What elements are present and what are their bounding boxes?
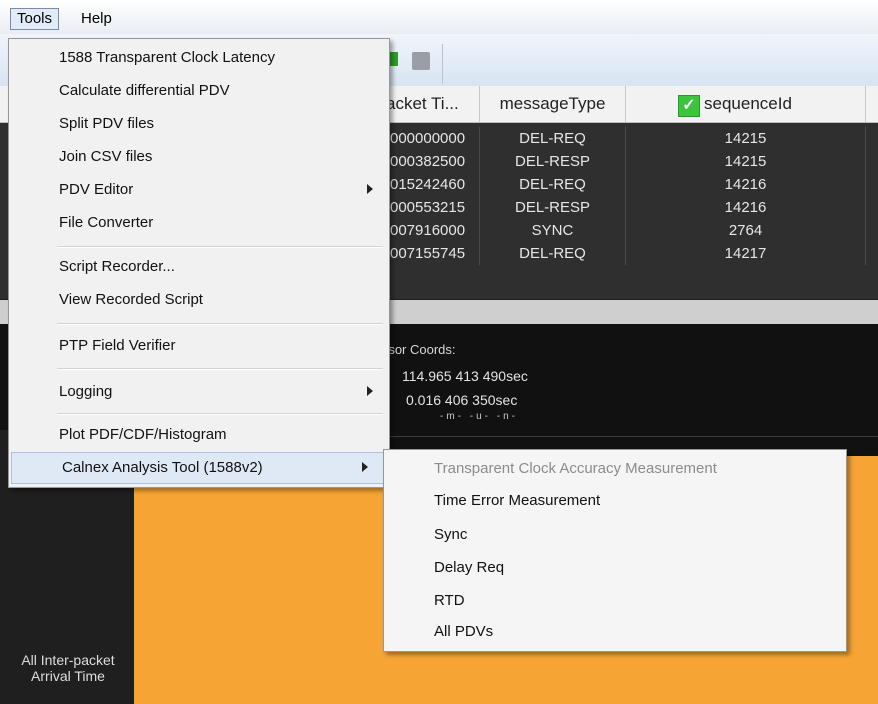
cursor-coords-title: rsor Coords: (384, 342, 456, 357)
submenu-item-sync[interactable]: Sync (384, 520, 846, 552)
cell-message-type: SYNC (480, 219, 626, 242)
menu-separator (57, 413, 383, 415)
menu-item-plot-pdf-cdf-histogram[interactable]: Plot PDF/CDF/Histogram (9, 420, 389, 452)
column-header-packet-time[interactable]: acket Ti... (380, 86, 480, 122)
cell-sequence-id: 14216 (626, 173, 866, 196)
menu-item-ptp-field-verifier[interactable]: PTP Field Verifier (9, 331, 389, 363)
menu-item-1588-transparent-clock-latency[interactable]: 1588 Transparent Clock Latency (9, 43, 389, 75)
menu-item-file-converter[interactable]: File Converter (9, 208, 389, 240)
cursor-x-value: 114.965 413 490sec (402, 368, 528, 384)
cursor-units: -m- -u- -n- (440, 411, 518, 422)
menu-separator (57, 323, 383, 325)
submenu-item-transparent-clock-accuracy[interactable]: Transparent Clock Accuracy Measurement (384, 454, 846, 486)
cell-packet-time: 007155745 (380, 242, 480, 265)
cell-sequence-id: 14215 (626, 127, 866, 150)
calnex-analysis-submenu: Transparent Clock Accuracy Measurement T… (383, 449, 847, 652)
menu-separator (57, 368, 383, 370)
toolbar-separator (442, 44, 443, 84)
menu-item-join-csv-files[interactable]: Join CSV files (9, 142, 389, 174)
menu-bar: Tools Help (0, 0, 878, 35)
cell-message-type: DEL-RESP (480, 150, 626, 173)
submenu-item-delay-req[interactable]: Delay Req (384, 553, 846, 585)
cursor-y-value: 0.016 406 350sec (406, 392, 518, 408)
stop-icon[interactable] (412, 52, 430, 70)
menu-tools[interactable]: Tools (10, 8, 60, 30)
column-header-label: sequenceId (704, 94, 792, 113)
cell-sequence-id: 14215 (626, 150, 866, 173)
cell-packet-time: 000000000 (380, 127, 480, 150)
submenu-arrow-icon (367, 184, 373, 194)
tools-menu: 1588 Transparent Clock Latency Calculate… (8, 38, 390, 488)
menu-item-logging[interactable]: Logging (9, 377, 389, 409)
menu-item-pdv-editor[interactable]: PDV Editor (9, 175, 389, 207)
column-header-message-type[interactable]: messageType (480, 86, 626, 122)
cell-packet-time: 000553215 (380, 196, 480, 219)
cell-packet-time: 015242460 (380, 173, 480, 196)
menu-item-split-pdv-files[interactable]: Split PDV files (9, 109, 389, 141)
cell-message-type: DEL-REQ (480, 242, 626, 265)
plot-series-label[interactable]: All Inter-packet Arrival Time (6, 652, 130, 684)
cell-message-type: DEL-REQ (480, 173, 626, 196)
menu-help[interactable]: Help (75, 9, 118, 29)
submenu-arrow-icon (367, 386, 373, 396)
column-header-sequence-id[interactable]: ✓ sequenceId (626, 86, 866, 122)
cell-sequence-id: 2764 (626, 219, 866, 242)
menu-item-view-recorded-script[interactable]: View Recorded Script (9, 285, 389, 317)
cell-packet-time: 007916000 (380, 219, 480, 242)
submenu-item-time-error-measurement[interactable]: Time Error Measurement (384, 486, 846, 518)
submenu-item-rtd[interactable]: RTD (384, 586, 846, 618)
menu-item-calnex-analysis-tool[interactable]: Calnex Analysis Tool (1588v2) (11, 452, 385, 484)
cell-packet-time: 000382500 (380, 150, 480, 173)
submenu-arrow-icon (362, 462, 368, 472)
menu-item-script-recorder[interactable]: Script Recorder... (9, 252, 389, 284)
submenu-item-all-pdvs[interactable]: All PDVs (384, 617, 846, 649)
menu-separator (57, 246, 383, 248)
cell-message-type: DEL-REQ (480, 127, 626, 150)
cell-sequence-id: 14216 (626, 196, 866, 219)
checkmark-icon[interactable]: ✓ (678, 95, 700, 117)
menu-item-calculate-differential-pdv[interactable]: Calculate differential PDV (9, 76, 389, 108)
cell-sequence-id: 14217 (626, 242, 866, 265)
cell-message-type: DEL-RESP (480, 196, 626, 219)
